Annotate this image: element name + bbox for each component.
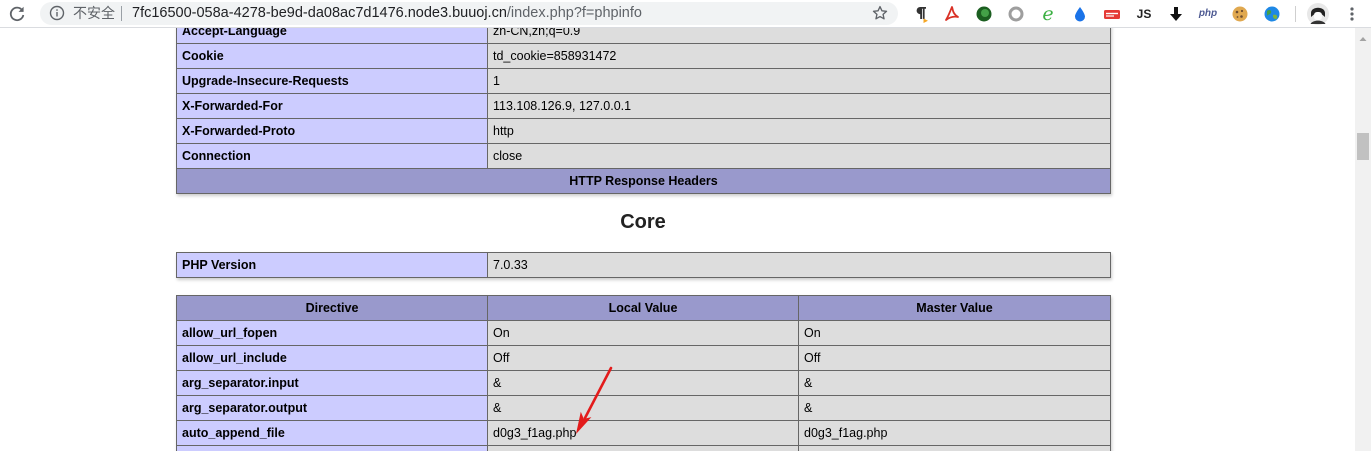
table-row: allow_url_fopen On On xyxy=(176,320,1111,346)
php-version-value: 7.0.33 xyxy=(487,252,1111,278)
scroll-up-arrow-icon[interactable] xyxy=(1355,32,1371,44)
directive-name-cell: arg_separator.input xyxy=(176,370,488,396)
paragraph-icon[interactable] xyxy=(910,4,930,24)
local-value-cell: & xyxy=(487,395,799,421)
table-row: Upgrade-Insecure-Requests 1 xyxy=(176,68,1111,94)
section-title-core: Core xyxy=(620,211,666,233)
header-value-cell: 1 xyxy=(487,68,1111,94)
info-icon[interactable] xyxy=(49,5,65,21)
table-row: X-Forwarded-For 113.108.126.9, 127.0.0.1 xyxy=(176,93,1111,119)
water-drop-icon[interactable] xyxy=(1070,4,1090,24)
master-value-cell: On xyxy=(798,320,1111,346)
table-row: arg_separator.input & & xyxy=(176,370,1111,396)
table-row: allow_url_include Off Off xyxy=(176,345,1111,371)
master-value-cell: Off xyxy=(798,345,1111,371)
url-text[interactable]: 7fc16500-058a-4278-be9d-da08ac7d1476.nod… xyxy=(132,2,642,25)
green-circle-icon[interactable] xyxy=(974,4,994,24)
local-value-cell: Off xyxy=(487,345,799,371)
local-value-cell: & xyxy=(487,370,799,396)
address-bar[interactable]: 不安全 7fc16500-058a-4278-be9d-da08ac7d1476… xyxy=(40,2,898,25)
directive-name-cell: allow_url_fopen xyxy=(176,320,488,346)
download-arrow-icon[interactable] xyxy=(1166,4,1186,24)
ring-icon[interactable] xyxy=(1006,4,1026,24)
js-icon[interactable]: JS xyxy=(1134,4,1154,24)
table-header-row: Directive Local Value Master Value xyxy=(176,295,1111,321)
directive-name-cell xyxy=(176,445,488,451)
avatar[interactable] xyxy=(1307,3,1329,25)
local-value-cell: On xyxy=(487,320,799,346)
request-headers-table: Accept-Language zh-CN,zh;q=0.9 Cookie td… xyxy=(176,18,1111,194)
page-content: Accept-Language zh-CN,zh;q=0.9 Cookie td… xyxy=(0,0,1355,451)
header-value-cell: close xyxy=(487,143,1111,169)
response-headers-title: HTTP Response Headers xyxy=(176,168,1111,194)
table-row: Connection close xyxy=(176,143,1111,169)
header-value-cell: http xyxy=(487,118,1111,144)
directive-name-cell: arg_separator.output xyxy=(176,395,488,421)
header-name-cell: Connection xyxy=(176,143,488,169)
url-path: /index.php?f=phpinfo xyxy=(506,5,642,21)
php-version-label: PHP Version xyxy=(176,252,488,278)
cookie-icon[interactable] xyxy=(1230,4,1250,24)
php-icon-label: php xyxy=(1198,8,1218,19)
column-header-master-value: Master Value xyxy=(798,295,1111,321)
directives-table: Directive Local Value Master Value allow… xyxy=(176,295,1111,451)
directive-name-cell: auto_append_file xyxy=(176,420,488,446)
header-name-cell: X-Forwarded-For xyxy=(176,93,488,119)
section-header-row: HTTP Response Headers xyxy=(176,168,1111,194)
php-version-table: PHP Version 7.0.33 xyxy=(176,252,1111,278)
master-value-cell: & xyxy=(798,395,1111,421)
header-value-cell: 113.108.126.9, 127.0.0.1 xyxy=(487,93,1111,119)
e-icon[interactable]: e xyxy=(1038,4,1058,24)
table-row: Cookie td_cookie=858931472 xyxy=(176,43,1111,69)
table-row-partial xyxy=(176,445,1111,451)
header-name-cell: Upgrade-Insecure-Requests xyxy=(176,68,488,94)
column-header-local-value: Local Value xyxy=(487,295,799,321)
menu-icon[interactable] xyxy=(1342,4,1362,24)
header-name-cell: X-Forwarded-Proto xyxy=(176,118,488,144)
js-icon-label: JS xyxy=(1136,7,1152,21)
vertical-scrollbar[interactable] xyxy=(1355,28,1371,451)
table-row: auto_append_file d0g3_f1ag.php d0g3_f1ag… xyxy=(176,420,1111,446)
header-value-cell: td_cookie=858931472 xyxy=(487,43,1111,69)
red-tag-icon[interactable] xyxy=(1102,4,1122,24)
pdf-icon[interactable] xyxy=(942,4,962,24)
star-icon[interactable] xyxy=(871,4,889,22)
table-row: PHP Version 7.0.33 xyxy=(176,252,1111,278)
header-name-cell: Cookie xyxy=(176,43,488,69)
column-header-directive: Directive xyxy=(176,295,488,321)
table-row: X-Forwarded-Proto http xyxy=(176,118,1111,144)
omnibox-divider xyxy=(121,6,122,21)
master-value-cell: d0g3_f1ag.php xyxy=(798,420,1111,446)
master-value-cell: & xyxy=(798,370,1111,396)
url-host: 7fc16500-058a-4278-be9d-da08ac7d1476.nod… xyxy=(132,5,507,21)
scrollbar-thumb[interactable] xyxy=(1357,133,1369,160)
security-label[interactable]: 不安全 xyxy=(73,2,115,25)
local-value-cell xyxy=(487,445,799,451)
local-value-cell: d0g3_f1ag.php xyxy=(487,420,799,446)
browser-toolbar: 不安全 7fc16500-058a-4278-be9d-da08ac7d1476… xyxy=(0,0,1371,28)
master-value-cell xyxy=(798,445,1111,451)
globe-icon[interactable] xyxy=(1262,4,1282,24)
table-row: arg_separator.output & & xyxy=(176,395,1111,421)
directive-name-cell: allow_url_include xyxy=(176,345,488,371)
php-icon[interactable]: php xyxy=(1198,4,1218,24)
reload-icon[interactable] xyxy=(7,4,27,24)
toolbar-divider xyxy=(1295,6,1296,22)
e-icon-label: e xyxy=(1042,3,1054,25)
